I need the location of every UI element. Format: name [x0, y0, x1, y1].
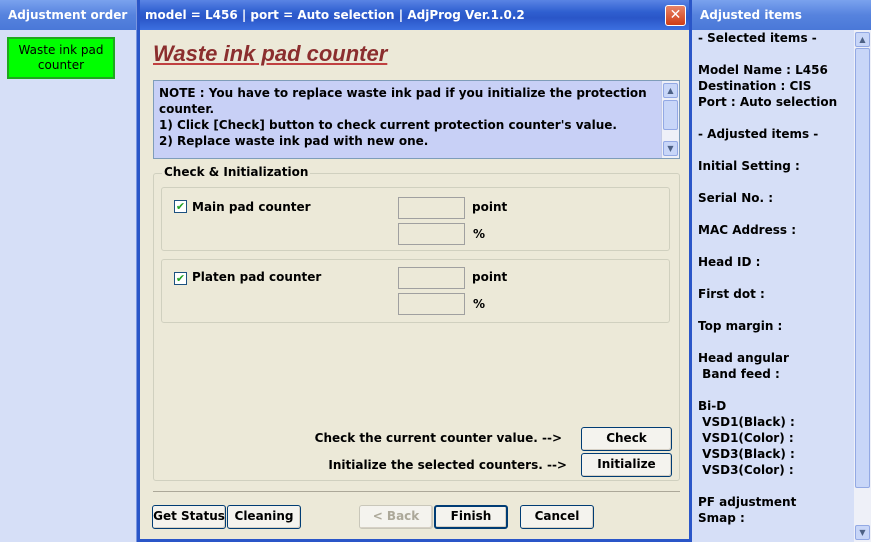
list-item: [698, 142, 854, 158]
list-item: Model Name : L456: [698, 63, 828, 77]
list-item: MAC Address :: [698, 223, 796, 237]
page-title: Waste ink pad counter: [153, 41, 388, 66]
check-hint: Check the current counter value. -->: [314, 431, 562, 445]
list-item: Smap :: [698, 511, 745, 525]
list-item: Head ID :: [698, 255, 761, 269]
waste-ink-pad-counter-button[interactable]: Waste ink pad counter: [7, 37, 115, 79]
scroll-down-icon[interactable]: ▼: [663, 141, 678, 156]
list-item: Bi-D: [698, 399, 727, 413]
list-item: Head angular: [698, 351, 789, 365]
list-item: PF adjustment: [698, 495, 797, 509]
list-item: [698, 238, 854, 254]
group-label: Check & Initialization: [162, 165, 311, 179]
list-item: First dot :: [698, 287, 765, 301]
list-item: VSD3(Color) :: [698, 463, 794, 477]
main-pad-percent-field: [398, 223, 465, 245]
scroll-up-icon[interactable]: ▲: [663, 83, 678, 98]
list-item: - Selected items -: [698, 31, 817, 45]
button-label-line1: Waste ink pad: [18, 43, 104, 57]
adjusted-items-list: - Selected items - Model Name : L456 Des…: [692, 30, 854, 542]
list-item: - Adjusted items -: [698, 127, 819, 141]
note-box: NOTE : You have to replace waste ink pad…: [153, 80, 680, 159]
list-item: [698, 46, 854, 62]
get-status-button[interactable]: Get Status: [152, 505, 226, 529]
adjusted-items-scrollbar[interactable]: ▲ ▼: [854, 30, 871, 542]
list-item: VSD1(Black) :: [698, 415, 795, 429]
scroll-up-icon[interactable]: ▲: [855, 32, 870, 47]
note-line: NOTE : You have to replace waste ink pad…: [159, 86, 647, 100]
button-label-line2: counter: [37, 58, 85, 72]
platen-pad-percent-field: [398, 293, 465, 315]
list-item: Port : Auto selection: [698, 95, 838, 109]
percent-unit: %: [473, 227, 486, 241]
check-button[interactable]: Check: [581, 427, 672, 451]
list-item: [698, 206, 854, 222]
scroll-thumb[interactable]: [663, 100, 678, 130]
scroll-thumb[interactable]: [855, 48, 870, 488]
close-button[interactable]: ✕: [665, 5, 686, 26]
list-item: Destination : CIS: [698, 79, 812, 93]
initialize-hint: Initialize the selected counters. -->: [328, 458, 567, 472]
platen-pad-checkbox[interactable]: ✔: [174, 272, 187, 285]
point-unit: point: [472, 200, 508, 214]
adjustment-order-pane: Adjustment order Waste ink pad counter: [0, 0, 137, 542]
list-item: [698, 110, 854, 126]
list-item: [698, 334, 854, 350]
scroll-down-icon[interactable]: ▼: [855, 525, 870, 540]
list-item: [698, 302, 854, 318]
cleaning-button[interactable]: Cleaning: [227, 505, 301, 529]
list-item: VSD1(Color) :: [698, 431, 794, 445]
adjustment-order-title: Adjustment order: [0, 0, 136, 30]
back-button[interactable]: < Back: [359, 505, 433, 529]
platen-pad-point-field: [398, 267, 465, 289]
note-line: 2) Replace waste ink pad with new one.: [159, 134, 429, 148]
cancel-button[interactable]: Cancel: [520, 505, 594, 529]
list-item: Initial Setting :: [698, 159, 800, 173]
platen-pad-label: Platen pad counter: [192, 270, 322, 284]
main-pad-checkbox[interactable]: ✔: [174, 200, 187, 213]
initialize-button[interactable]: Initialize: [581, 453, 672, 477]
window-title: model = L456 | port = Auto selection | A…: [140, 0, 689, 30]
divider: [153, 491, 680, 492]
list-item: Band feed :: [698, 367, 780, 381]
note-line: counter.: [159, 102, 215, 116]
main-pad-point-field: [398, 197, 465, 219]
adjusted-items-title: Adjusted items: [692, 0, 871, 30]
finish-button[interactable]: Finish: [434, 505, 508, 529]
percent-unit: %: [473, 297, 486, 311]
platen-pad-group: ✔ Platen pad counter point %: [161, 259, 670, 323]
point-unit: point: [472, 270, 508, 284]
list-item: [698, 174, 854, 190]
close-icon: ✕: [669, 7, 682, 23]
list-item: [698, 478, 854, 494]
note-scrollbar[interactable]: ▲ ▼: [661, 81, 679, 158]
list-item: [698, 382, 854, 398]
main-pad-label: Main pad counter: [192, 200, 311, 214]
list-item: Serial No. :: [698, 191, 774, 205]
note-line: 1) Click [Check] button to check current…: [159, 118, 617, 132]
list-item: [698, 270, 854, 286]
list-item: VSD3(Black) :: [698, 447, 795, 461]
main-pad-group: ✔ Main pad counter point %: [161, 187, 670, 251]
adjusted-items-pane: Adjusted items - Selected items - Model …: [692, 0, 871, 542]
list-item: Top margin :: [698, 319, 783, 333]
main-window: model = L456 | port = Auto selection | A…: [137, 0, 692, 542]
